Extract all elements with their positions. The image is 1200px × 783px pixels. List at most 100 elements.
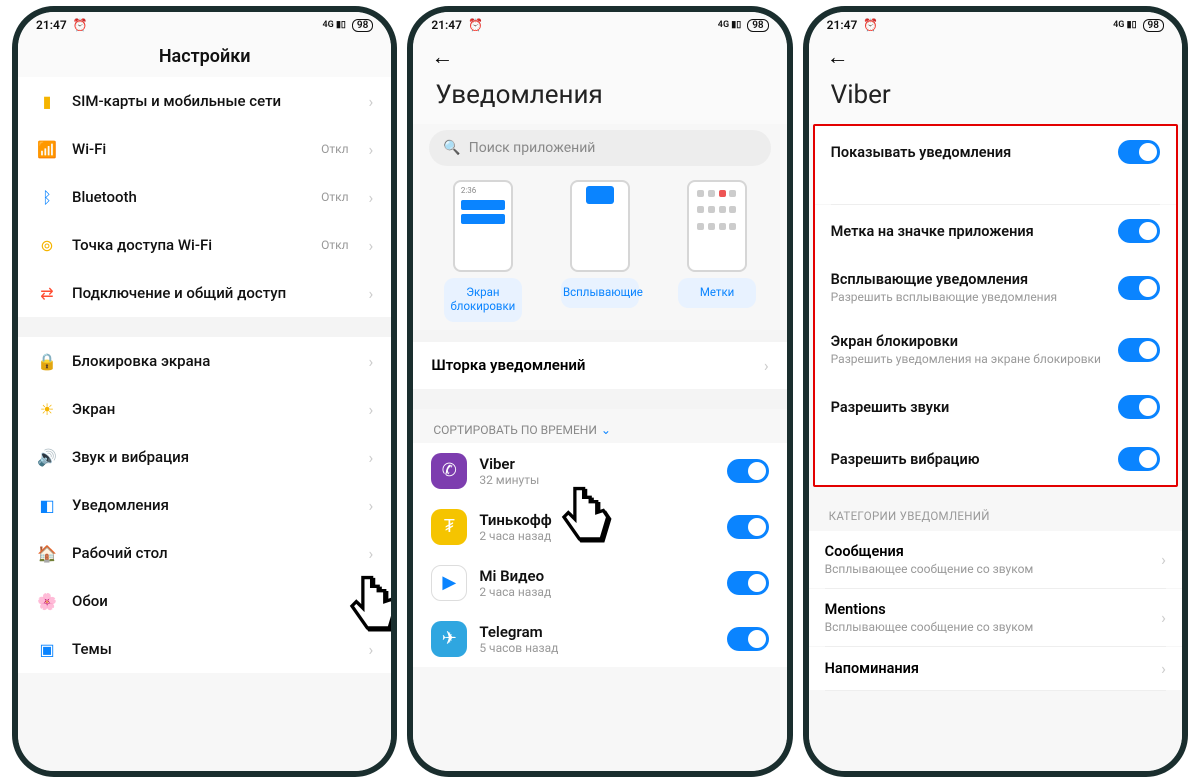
setting-label: Подключение и общий доступ (72, 284, 355, 302)
category-title: Сообщения (825, 543, 1162, 560)
status-time: 21:47 (36, 18, 67, 32)
toggle-row[interactable]: Разрешить звуки (815, 381, 1176, 433)
notif-icon: ◧ (36, 494, 58, 516)
setting-label: Блокировка экрана (72, 352, 355, 370)
signal-icon: 4G ▮▯ (1113, 20, 1136, 30)
category-row[interactable]: Напоминания › (809, 647, 1182, 690)
category-row[interactable]: Сообщения Всплывающее сообщение со звуком… (809, 531, 1182, 588)
chevron-right-icon: › (369, 592, 374, 611)
alarm-icon: ⏰ (468, 18, 483, 32)
sim-icon: ▮ (36, 90, 58, 112)
shade-row[interactable]: Шторка уведомлений › (413, 342, 786, 389)
app-row[interactable]: ▶ Mi Видео 2 часа назад (413, 555, 786, 611)
toggle-switch[interactable] (1118, 276, 1160, 300)
setting-status: Откл (321, 238, 348, 252)
setting-row[interactable]: 🏠 Рабочий стол › (18, 529, 391, 577)
toggle-switch[interactable] (1118, 140, 1160, 164)
preview-label-lock[interactable]: Экран блокировки (444, 278, 522, 322)
preview-label-badges[interactable]: Метки (678, 278, 756, 308)
setting-label: Рабочий стол (72, 544, 355, 562)
app-subtitle: 2 часа назад (479, 585, 714, 599)
app-row[interactable]: ₮ Тинькофф 2 часа назад (413, 499, 786, 555)
chevron-right-icon: › (369, 236, 374, 255)
status-time: 21:47 (431, 18, 462, 32)
setting-label: Точка доступа Wi-Fi (72, 236, 307, 254)
category-subtitle: Всплывающее сообщение со звуком (825, 562, 1162, 576)
chevron-right-icon: › (369, 640, 374, 659)
setting-row[interactable]: ⊚ Точка доступа Wi-Fi Откл › (18, 221, 391, 269)
back-button[interactable]: ← (431, 44, 453, 70)
setting-row[interactable]: 🌸 Обои › (18, 577, 391, 625)
setting-label: Обои (72, 592, 355, 610)
phone-settings: 21:47⏰ 4G ▮▯98 Настройки ▮ SIM-карты и м… (12, 6, 397, 777)
toggle-row[interactable]: Всплывающие уведомления Разрешить всплыва… (815, 257, 1176, 319)
setting-row[interactable]: 🔒 Блокировка экрана › (18, 337, 391, 385)
toggle-row[interactable]: Показывать уведомления (815, 126, 1176, 178)
app-name: Mi Видео (479, 567, 714, 585)
chevron-right-icon: › (369, 140, 374, 159)
app-notif-content: Показывать уведомления Метка на значке п… (809, 124, 1182, 771)
back-button[interactable]: ← (827, 44, 849, 70)
hotspot-icon: ⊚ (36, 234, 58, 256)
toggle-row[interactable]: Экран блокировкиРазрешить уведомления на… (815, 319, 1176, 381)
toggle-row[interactable]: Метка на значке приложения (815, 205, 1176, 257)
search-input[interactable]: 🔍 Поиск приложений (429, 130, 770, 166)
app-icon: ✆ (431, 453, 467, 489)
toggle-switch[interactable] (1118, 395, 1160, 419)
toggle-row[interactable]: Разрешить вибрацию (815, 433, 1176, 485)
app-icon: ▶ (431, 565, 467, 601)
preview-lockscreen[interactable]: 2:36 (453, 180, 513, 272)
bt-icon: ᛒ (36, 186, 58, 208)
setting-row[interactable]: ☀ Экран › (18, 385, 391, 433)
app-toggle[interactable] (727, 459, 769, 483)
setting-label: SIM-карты и мобильные сети (72, 92, 355, 110)
app-row[interactable]: ✆ Viber 32 минуты (413, 443, 786, 499)
preview-badges[interactable] (687, 180, 747, 272)
lock-icon: 🔒 (36, 350, 58, 372)
chevron-right-icon: › (1161, 550, 1166, 569)
app-subtitle: 32 минуты (479, 473, 714, 487)
status-bar: 21:47⏰ 4G ▮▯98 (809, 12, 1182, 38)
chevron-right-icon: › (369, 400, 374, 419)
toggle-subtitle: Разрешить всплывающие уведомления (831, 290, 1108, 305)
status-time: 21:47 (827, 18, 858, 32)
app-subtitle: 2 часа назад (479, 529, 714, 543)
toggle-switch[interactable] (1118, 447, 1160, 471)
app-toggle[interactable] (727, 571, 769, 595)
chevron-right-icon: › (369, 284, 374, 303)
setting-row[interactable]: ᛒ Bluetooth Откл › (18, 173, 391, 221)
setting-row[interactable]: 🔊 Звук и вибрация › (18, 433, 391, 481)
toggle-title: Всплывающие уведомления (831, 271, 1108, 288)
setting-row[interactable]: ▮ SIM-карты и мобильные сети › (18, 77, 391, 125)
setting-row[interactable]: ▣ Темы › (18, 625, 391, 673)
setting-row[interactable]: ⇄ Подключение и общий доступ › (18, 269, 391, 317)
notif-content: 🔍 Поиск приложений 2:36 Экран блокировки… (413, 124, 786, 771)
status-bar: 21:47⏰ 4G ▮▯98 (413, 12, 786, 38)
setting-row[interactable]: ◧ Уведомления › (18, 481, 391, 529)
setting-row[interactable]: 📶 Wi-Fi Откл › (18, 125, 391, 173)
app-toggle[interactable] (727, 515, 769, 539)
shade-label: Шторка уведомлений (431, 356, 754, 374)
wall-icon: 🌸 (36, 590, 58, 612)
setting-label: Wi-Fi (72, 140, 307, 158)
app-toggle[interactable] (727, 627, 769, 651)
wifi-icon: 📶 (36, 138, 58, 160)
preview-label-popup[interactable]: Всплывающие (561, 278, 639, 308)
share-icon: ⇄ (36, 282, 58, 304)
preview-popup[interactable] (570, 180, 630, 272)
toggle-switch[interactable] (1118, 219, 1160, 243)
toggle-switch[interactable] (1118, 338, 1160, 362)
chevron-right-icon: › (369, 544, 374, 563)
settings-list: ▮ SIM-карты и мобильные сети ›📶 Wi-Fi От… (18, 77, 391, 771)
toggle-title: Метка на значке приложения (831, 223, 1108, 240)
app-row[interactable]: ✈ Telegram 5 часов назад (413, 611, 786, 667)
app-name: Viber (479, 455, 714, 473)
setting-status: Откл (321, 190, 348, 204)
setting-status: Откл (321, 142, 348, 156)
category-row[interactable]: MentionsВсплывающее сообщение со звуком … (809, 589, 1182, 646)
toggle-title: Разрешить звуки (831, 399, 1108, 416)
signal-icon: 4G ▮▯ (322, 20, 345, 30)
sort-label[interactable]: СОРТИРОВАТЬ ПО ВРЕМЕНИ ⌄ (413, 409, 786, 443)
toggle-subtitle: Разрешить уведомления на экране блокиров… (831, 352, 1108, 367)
setting-label: Звук и вибрация (72, 448, 355, 466)
